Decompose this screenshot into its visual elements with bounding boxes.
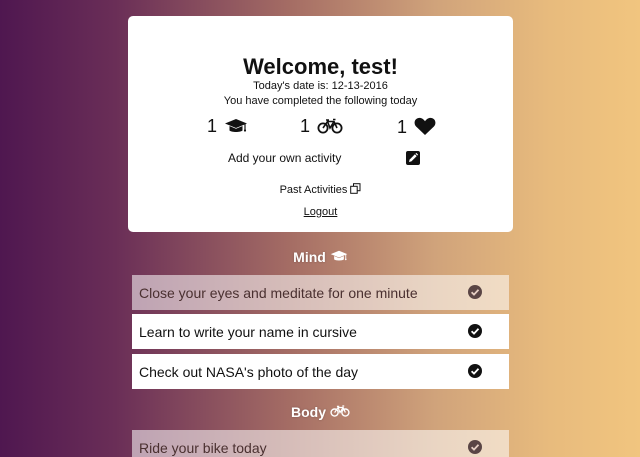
- edit-icon[interactable]: [406, 151, 420, 165]
- mind-count: 1: [207, 116, 218, 136]
- logout-container: Logout: [128, 207, 513, 218]
- check-circle-icon: [468, 364, 482, 378]
- activity-text: Ride your bike today: [139, 439, 267, 456]
- mind-section-header: Mind: [128, 249, 513, 265]
- date-line: Today's date is: 12-13-2016: [253, 80, 388, 92]
- check-circle-icon: [468, 440, 482, 454]
- graduation-cap-icon: [326, 249, 348, 265]
- copy-icon: [347, 183, 361, 197]
- heart-icon: [414, 117, 436, 136]
- past-activities-link[interactable]: Past Activities: [128, 183, 513, 197]
- add-activity-label: Add your own activity: [228, 151, 342, 165]
- check-circle-icon: [468, 324, 482, 338]
- welcome-title: Welcome, test!: [243, 54, 398, 79]
- body-count: 1: [300, 116, 311, 136]
- summary-card: Welcome, test! Today's date is: 12-13-20…: [128, 16, 513, 232]
- body-section-header: Body: [128, 404, 513, 420]
- mind-counter: 1: [207, 117, 248, 135]
- bicycle-icon: [317, 117, 343, 135]
- body-counter: 1: [300, 117, 343, 135]
- activity-item[interactable]: Close your eyes and meditate for one min…: [132, 275, 509, 310]
- heart-count: 1: [397, 116, 408, 137]
- graduation-cap-icon: [224, 117, 248, 135]
- activity-item[interactable]: Check out NASA's photo of the day: [132, 354, 509, 389]
- bicycle-icon: [326, 404, 350, 420]
- activity-text: Learn to write your name in cursive: [139, 323, 357, 340]
- body-section-title: Body: [291, 404, 326, 420]
- mind-section-title: Mind: [293, 249, 326, 265]
- heart-counter: 1: [397, 117, 436, 136]
- logout-link[interactable]: Logout: [304, 206, 338, 218]
- check-circle-icon: [468, 285, 482, 299]
- past-activities-label: Past Activities: [279, 183, 348, 196]
- activity-item[interactable]: Ride your bike today: [132, 430, 509, 457]
- completed-line: You have completed the following today: [223, 95, 418, 107]
- activity-text: Close your eyes and meditate for one min…: [139, 284, 418, 301]
- activity-item[interactable]: Learn to write your name in cursive: [132, 314, 509, 349]
- activity-text: Check out NASA's photo of the day: [139, 363, 359, 380]
